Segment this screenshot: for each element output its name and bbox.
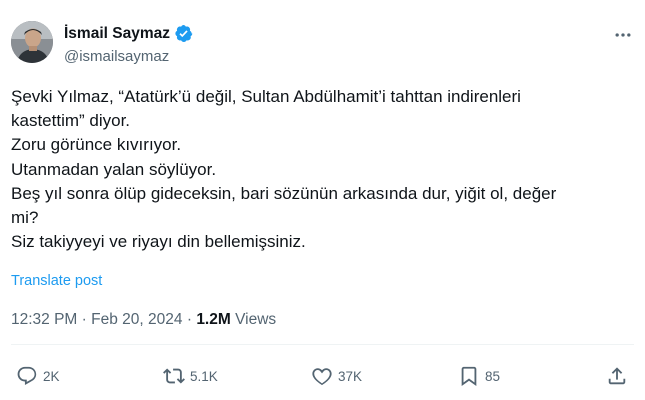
reply-icon: [17, 366, 37, 385]
share-button[interactable]: [606, 362, 628, 390]
tweet-metadata: 12:32 PM · Feb 20, 2024 · 1.2M Views: [11, 311, 276, 329]
verified-badge-icon: [175, 25, 193, 42]
post-date[interactable]: Feb 20, 2024: [91, 311, 182, 328]
repost-count: 5.1K: [190, 368, 218, 384]
action-bar: 2K 5.1K 37K 85: [0, 362, 645, 390]
profile-photo-icon: [11, 21, 53, 63]
translate-post-link[interactable]: Translate post: [11, 273, 102, 289]
tweet-text-line: kastettim” diyor.: [11, 111, 131, 131]
author-handle[interactable]: @ismailsaymaz: [64, 48, 169, 65]
author-name-row: İsmail Saymaz: [64, 24, 193, 43]
tweet-text-line: mi?: [11, 208, 39, 228]
more-options-button[interactable]: [608, 22, 638, 48]
reply-button[interactable]: 2K: [16, 362, 60, 390]
bookmark-count: 85: [485, 368, 501, 384]
tweet-text: Şevki Yılmaz, “Atatürk’ü değil, Sultan A…: [11, 85, 636, 254]
tweet-card: İsmail Saymaz @ismailsaymaz Şevki Yılmaz…: [0, 0, 645, 400]
post-time[interactable]: 12:32 PM: [11, 311, 77, 328]
views-count: 1.2M: [196, 311, 231, 328]
tweet-text-line: Zoru görünce kıvırıyor.: [11, 135, 182, 155]
tweet-text-line: Utanmadan yalan söylüyor.: [11, 159, 217, 179]
repost-button[interactable]: 5.1K: [163, 362, 218, 390]
divider: [11, 344, 634, 345]
meta-separator: ·: [186, 311, 192, 328]
avatar[interactable]: [11, 21, 53, 63]
bookmark-button[interactable]: 85: [458, 362, 500, 390]
meta-separator: ·: [81, 311, 87, 328]
more-horizontal-icon: [615, 33, 631, 37]
like-count: 37K: [338, 368, 363, 384]
tweet-text-line: Şevki Yılmaz, “Atatürk’ü değil, Sultan A…: [11, 87, 521, 106]
author-display-name[interactable]: İsmail Saymaz: [64, 25, 170, 43]
heart-icon: [312, 368, 332, 386]
tweet-text-line: Siz takiyyeyi ve riyayı din bellemişsini…: [11, 232, 306, 252]
reply-count: 2K: [43, 368, 60, 384]
repost-icon: [163, 368, 185, 384]
bookmark-icon: [461, 366, 477, 387]
like-button[interactable]: 37K: [311, 362, 362, 390]
tweet-text-line: Beş yıl sonra ölüp gideceksin, bari sözü…: [11, 183, 557, 203]
share-icon: [608, 367, 626, 385]
views-label: Views: [235, 311, 277, 328]
